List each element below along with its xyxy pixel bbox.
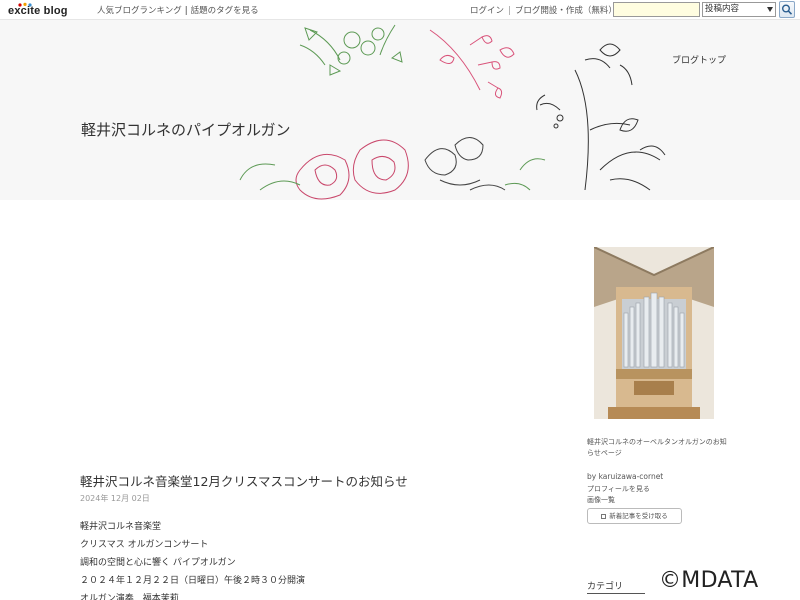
author-name[interactable]: by karuizawa-cornet (587, 472, 663, 481)
post-line: 軽井沢コルネ音楽堂 (80, 522, 162, 532)
search-input[interactable] (613, 2, 700, 17)
post-line: ２０２４年１２月２２日（日曜日）午後２時３０分開演 (80, 576, 306, 586)
subscribe-label: 新着記事を受け取る (609, 512, 668, 520)
user-nav: ログイン | ブログ開設・作成（無料） (470, 4, 617, 16)
search-scope-value: 投稿内容 (705, 4, 740, 14)
post-line: クリスマス オルガンコンサート (80, 540, 209, 550)
blog-header: 軽井沢コルネのパイプオルガン ブログトップ (0, 20, 800, 200)
search-button[interactable] (779, 1, 795, 18)
chevron-down-icon (767, 7, 773, 12)
post-date: 2024年 12月 02日 (80, 494, 150, 503)
top-bar: excite blog 人気ブログランキング | 話題のタグを見る ログイン | ブログ… (0, 0, 800, 20)
top-nav: 人気ブログランキング | 話題のタグを見る (97, 4, 259, 16)
blog-title[interactable]: 軽井沢コルネのパイプオルガン (81, 119, 291, 140)
category-heading: カテゴリ (587, 582, 624, 592)
profile-description: 軽井沢コルネのオーベルタンオルガンのお知らせページ (587, 438, 727, 457)
post-line: 調和の空間と心に響く パイプオルガン (80, 558, 236, 568)
nav-divider: | (184, 6, 188, 16)
user-nav-divider: | (508, 6, 511, 16)
subscribe-button[interactable]: 新着記事を受け取る (587, 508, 682, 524)
floral-illustration (239, 24, 666, 200)
blog-top-link[interactable]: ブログトップ (672, 53, 726, 66)
gallery-link[interactable]: 画像一覧 (587, 495, 615, 505)
post-title[interactable]: 軽井沢コルネ音楽堂12月クリスマスコンサートのお知らせ (80, 471, 408, 490)
create-blog-link[interactable]: ブログ開設・作成（無料） (515, 6, 617, 16)
logo-text: excite blog (8, 5, 68, 17)
watermark: ©MDATA (659, 568, 759, 593)
post-line: オルガン演奏 福本茉莉 (80, 594, 179, 600)
nav-tags-link[interactable]: 話題のタグを見る (191, 6, 259, 16)
search-scope-select[interactable]: 投稿内容 (702, 2, 776, 17)
login-link[interactable]: ログイン (470, 6, 504, 16)
nav-ranking-link[interactable]: 人気ブログランキング (97, 6, 182, 16)
profile-link[interactable]: プロフィールを見る (587, 484, 650, 494)
pipe-organ-image[interactable] (594, 247, 714, 419)
search-icon (782, 4, 793, 15)
rss-icon (601, 513, 607, 519)
post-body: 軽井沢コルネ音楽堂 クリスマス オルガンコンサート 調和の空間と心に響く パイプ… (80, 518, 305, 600)
category-divider (587, 593, 645, 594)
